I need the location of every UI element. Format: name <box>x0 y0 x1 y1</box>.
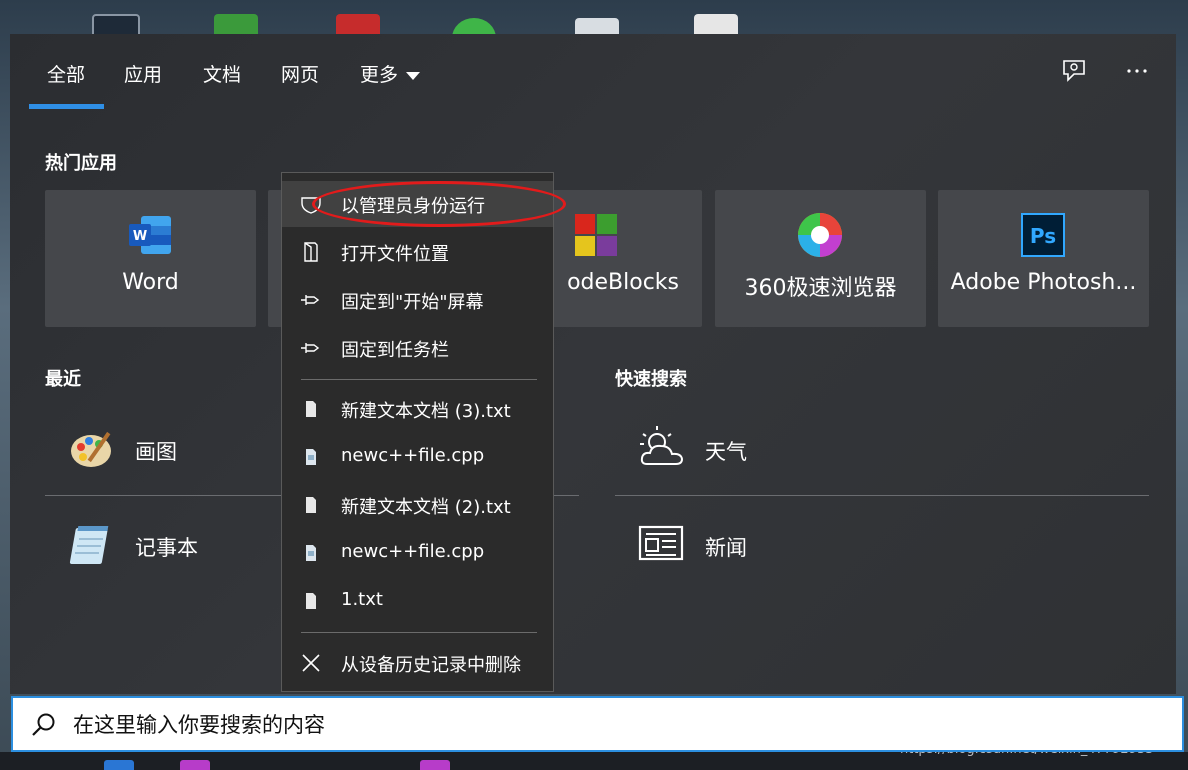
feedback-icon[interactable] <box>1060 56 1090 86</box>
menu-item-recent-file[interactable]: newc++file.cpp <box>282 530 553 576</box>
tab-documents[interactable]: 文档 <box>203 60 241 87</box>
app-tile-label: Adobe Photosh... <box>950 270 1137 295</box>
active-tab-indicator <box>29 104 104 109</box>
app-tile-photoshop[interactable]: Ps Adobe Photosh... <box>938 190 1149 327</box>
search-icon <box>31 712 57 738</box>
menu-item-open-file-location[interactable]: 打开文件位置 <box>282 229 553 275</box>
recent-item-label: 画图 <box>135 440 177 464</box>
news-icon <box>637 524 684 570</box>
app-tile-label: Word <box>122 270 179 295</box>
search-input[interactable] <box>71 708 1155 742</box>
menu-item-recent-file[interactable]: 新建文本文档 (2).txt <box>282 482 553 528</box>
menu-item-remove-from-history[interactable]: 从设备历史记录中删除 <box>282 640 553 686</box>
menu-item-label: 固定到"开始"屏幕 <box>341 292 484 313</box>
text-file-icon <box>300 398 322 420</box>
text-file-icon <box>300 590 322 612</box>
text-file-icon <box>300 494 322 516</box>
tab-more[interactable]: 更多 <box>360 60 421 87</box>
quick-search-label: 新闻 <box>705 536 747 560</box>
word-icon: W <box>127 212 173 258</box>
menu-item-recent-file[interactable]: 1.txt <box>282 578 553 624</box>
app-tile-360-browser[interactable]: 360极速浏览器 <box>715 190 926 327</box>
app-tile-label: 360极速浏览器 <box>744 276 897 301</box>
menu-separator <box>301 632 537 633</box>
menu-item-label: 固定到任务栏 <box>341 340 449 361</box>
pin-icon <box>300 289 322 311</box>
tab-all[interactable]: 全部 <box>47 60 85 87</box>
cpp-file-icon <box>300 542 322 564</box>
browser-360-icon <box>797 212 843 258</box>
close-icon <box>300 652 322 674</box>
codeblocks-icon <box>573 212 619 258</box>
search-bar[interactable] <box>11 696 1184 752</box>
menu-item-label: 新建文本文档 (3).txt <box>341 401 511 422</box>
section-title-top-apps: 热门应用 <box>45 153 117 174</box>
section-title-quick-search: 快速搜索 <box>615 369 687 390</box>
paint-icon <box>69 426 115 472</box>
highlight-annotation <box>312 181 566 227</box>
menu-item-label: 从设备历史记录中删除 <box>341 655 521 676</box>
notepad-icon <box>69 522 115 568</box>
menu-item-label: newc++file.cpp <box>341 541 485 562</box>
quick-search-divider <box>615 495 1149 496</box>
menu-item-label: newc++file.cpp <box>341 445 485 466</box>
quick-search-news[interactable]: 新闻 <box>615 500 1149 590</box>
more-options-icon[interactable] <box>1122 56 1152 86</box>
quick-search-weather[interactable]: 天气 <box>615 404 1149 494</box>
taskbar-icon-1[interactable] <box>104 760 134 770</box>
taskbar-icon-3[interactable] <box>420 760 450 770</box>
menu-item-label: 打开文件位置 <box>341 244 449 265</box>
menu-item-label: 1.txt <box>341 589 383 610</box>
quick-search-label: 天气 <box>705 440 747 464</box>
tab-web[interactable]: 网页 <box>281 60 319 87</box>
weather-icon <box>637 424 684 470</box>
chevron-down-icon <box>406 71 421 80</box>
menu-item-recent-file[interactable]: 新建文本文档 (3).txt <box>282 386 553 432</box>
cpp-file-icon <box>300 446 322 468</box>
tab-apps[interactable]: 应用 <box>124 60 162 87</box>
recent-item-label: 记事本 <box>135 536 198 560</box>
menu-item-pin-to-taskbar[interactable]: 固定到任务栏 <box>282 325 553 371</box>
menu-item-label: 新建文本文档 (2).txt <box>341 497 511 518</box>
pin-icon <box>300 337 322 359</box>
photoshop-icon: Ps <box>1020 212 1066 258</box>
taskbar-icon-2[interactable] <box>180 760 210 770</box>
menu-separator <box>301 379 537 380</box>
search-panel: 全部 应用 文档 网页 更多 热门应用 W Word odeBlocks 360… <box>10 34 1176 694</box>
svg-text:W: W <box>133 229 147 244</box>
file-location-icon <box>300 241 322 263</box>
svg-text:Ps: Ps <box>1030 224 1056 248</box>
menu-item-recent-file[interactable]: newc++file.cpp <box>282 434 553 480</box>
context-menu: 以管理员身份运行 打开文件位置 固定到"开始"屏幕 固定到任务栏 新建文本文档 … <box>281 172 554 692</box>
tab-bar: 全部 应用 文档 网页 更多 <box>10 34 1176 110</box>
app-tile-word[interactable]: W Word <box>45 190 256 327</box>
tab-more-label: 更多 <box>360 64 399 86</box>
section-title-recent: 最近 <box>45 369 81 390</box>
menu-item-pin-to-start[interactable]: 固定到"开始"屏幕 <box>282 277 553 323</box>
